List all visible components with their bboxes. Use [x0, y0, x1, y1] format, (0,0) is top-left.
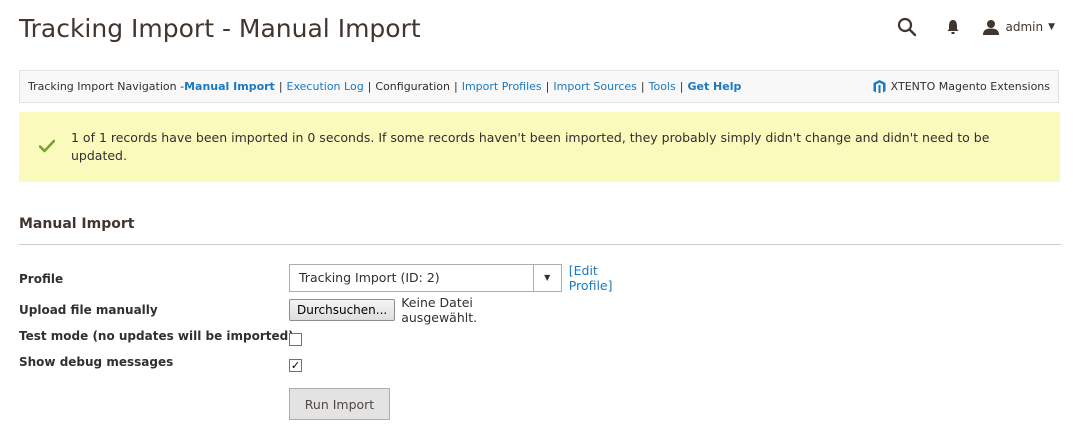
xtento-logo-icon: [873, 80, 886, 93]
profile-select-value: Tracking Import (ID: 2): [299, 270, 440, 285]
section-divider: [19, 244, 1061, 245]
nav-link-get-help[interactable]: Get Help: [687, 80, 741, 93]
test-mode-control: [289, 325, 302, 347]
xtento-brand-link[interactable]: XTENTO Magento Extensions: [873, 80, 1050, 93]
nav-separator: |: [278, 80, 283, 93]
checkmark-icon: [39, 139, 55, 153]
brand-label: XTENTO Magento Extensions: [890, 80, 1050, 93]
user-icon: [983, 20, 1000, 35]
nav-item-configuration[interactable]: Configuration: [375, 80, 450, 93]
nav-separator: |: [367, 80, 372, 93]
search-icon: [898, 17, 917, 37]
debug-row: Show debug messages ✓: [19, 351, 302, 373]
nav-prefix: Tracking Import Navigation -: [28, 80, 185, 93]
profile-control: Tracking Import (ID: 2) ▼ [Edit Profile]: [289, 263, 639, 293]
nav-link-execution-log[interactable]: Execution Log: [287, 80, 364, 93]
nav-link-manual-import[interactable]: Manual Import: [184, 80, 275, 93]
nav-separator: |: [454, 80, 458, 93]
notifications-button[interactable]: [941, 13, 965, 41]
debug-label: Show debug messages: [19, 355, 174, 369]
test-mode-label: Test mode (no updates will be imported): [19, 329, 294, 343]
profile-label: Profile: [19, 272, 64, 286]
tracking-import-navigation: Tracking Import Navigation - Manual Impo…: [19, 70, 1059, 103]
nav-link-tools[interactable]: Tools: [649, 80, 676, 93]
section-title: Manual Import: [19, 216, 135, 232]
upload-label: Upload file manually: [19, 303, 158, 317]
search-button[interactable]: [893, 13, 921, 41]
run-import-button[interactable]: Run Import: [289, 388, 390, 420]
browse-file-button[interactable]: Durchsuchen...: [289, 299, 396, 321]
admin-user-menu[interactable]: admin ▼: [983, 19, 1055, 35]
success-message: 1 of 1 records have been imported in 0 s…: [19, 112, 1060, 182]
file-status-text: Keine Datei ausgewählt.: [401, 295, 478, 325]
page-title: Tracking Import - Manual Import: [19, 14, 421, 43]
header-actions: admin ▼: [893, 12, 1055, 42]
test-mode-row: Test mode (no updates will be imported): [19, 325, 302, 347]
upload-control: Durchsuchen... Keine Datei ausgewählt.: [289, 295, 477, 325]
profile-select[interactable]: Tracking Import (ID: 2) ▼: [289, 263, 562, 292]
success-message-text: 1 of 1 records have been imported in 0 s…: [71, 130, 990, 163]
nav-separator: |: [679, 80, 684, 93]
user-name: admin: [1005, 20, 1044, 34]
nav-separator: |: [640, 80, 645, 93]
check-icon: ✓: [290, 358, 301, 372]
test-mode-checkbox[interactable]: [289, 332, 302, 346]
debug-checkbox[interactable]: ✓: [289, 358, 302, 372]
chevron-down-icon: ▼: [532, 264, 561, 291]
upload-row: Upload file manually Durchsuchen... Kein…: [19, 295, 477, 325]
profile-row: Profile Tracking Import (ID: 2) ▼ [Edit …: [19, 263, 612, 293]
chevron-down-icon: ▼: [1048, 22, 1055, 32]
nav-separator: |: [545, 80, 550, 93]
bell-icon: [947, 20, 959, 34]
nav-link-import-profiles[interactable]: Import Profiles: [462, 80, 542, 93]
edit-profile-link[interactable]: [Edit Profile]: [569, 263, 639, 293]
nav-link-import-sources[interactable]: Import Sources: [553, 80, 637, 93]
debug-control: ✓: [289, 351, 302, 373]
